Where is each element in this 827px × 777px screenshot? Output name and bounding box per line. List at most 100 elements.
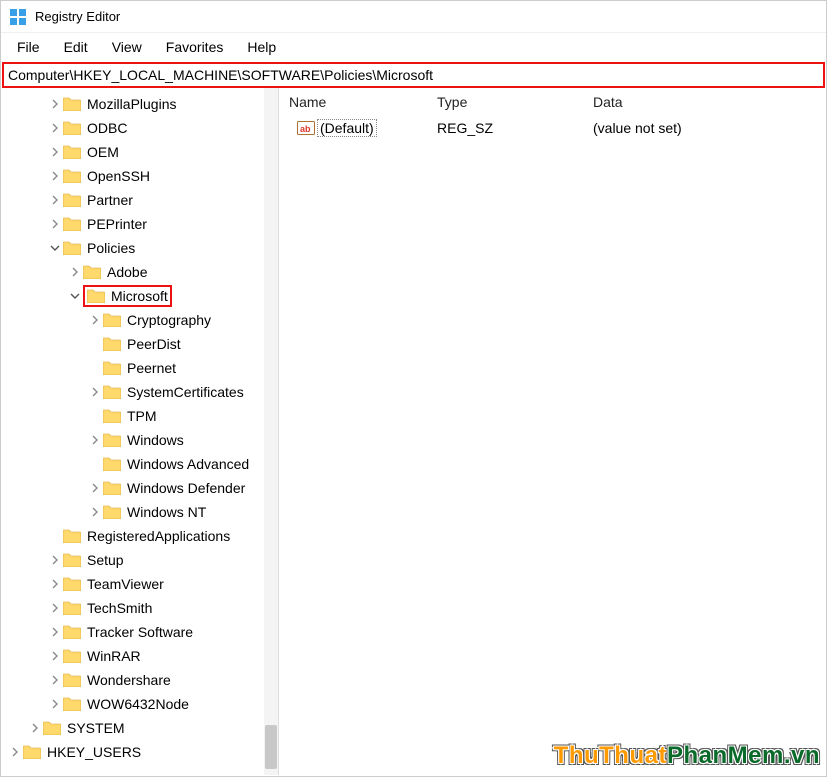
tree-item-label: MozillaPlugins [87,96,176,112]
tree-item[interactable]: Policies [1,236,278,260]
tree-item[interactable]: Windows Defender [1,476,278,500]
svg-text:ab: ab [300,124,311,134]
folder-icon [63,649,81,663]
chevron-down-icon[interactable] [47,240,63,256]
tree-item[interactable]: Setup [1,548,278,572]
selected-tree-item-highlight: Microsoft [83,285,172,307]
tree-item-label: SYSTEM [67,720,125,736]
column-header-type[interactable]: Type [437,94,593,110]
tree-item-label: Microsoft [111,288,168,304]
tree-scrollbar-thumb[interactable] [265,725,277,769]
tree-item[interactable]: Tracker Software [1,620,278,644]
folder-icon [63,145,81,159]
tree-item-label: Setup [87,552,124,568]
chevron-right-icon[interactable] [47,192,63,208]
tree-item-label: Adobe [107,264,147,280]
chevron-right-icon[interactable] [47,168,63,184]
chevron-right-icon[interactable] [47,576,63,592]
folder-icon [103,313,121,327]
folder-icon [63,577,81,591]
chevron-right-icon[interactable] [67,264,83,280]
value-row[interactable]: ab(Default)REG_SZ(value not set) [279,116,826,140]
address-bar[interactable] [4,65,823,85]
chevron-right-icon[interactable] [47,600,63,616]
tree-item[interactable]: SystemCertificates [1,380,278,404]
chevron-right-icon[interactable] [87,504,103,520]
tree-item-label: Tracker Software [87,624,193,640]
chevron-right-icon[interactable] [87,432,103,448]
tree-item[interactable]: WinRAR [1,644,278,668]
column-header-data[interactable]: Data [593,94,826,110]
column-header-name[interactable]: Name [279,94,437,110]
folder-icon [63,193,81,207]
tree-item[interactable]: Windows NT [1,500,278,524]
tree-item[interactable]: OpenSSH [1,164,278,188]
tree-item[interactable]: OEM [1,140,278,164]
menubar: File Edit View Favorites Help [1,33,826,61]
tree-item[interactable]: TeamViewer [1,572,278,596]
chevron-right-icon[interactable] [47,648,63,664]
menu-help[interactable]: Help [235,35,288,59]
folder-icon [63,217,81,231]
tree-item-label: Cryptography [127,312,211,328]
tree-item[interactable]: Partner [1,188,278,212]
tree-item[interactable]: Microsoft [1,284,278,308]
chevron-down-icon[interactable] [67,288,83,304]
watermark-part-b: PhanMem.vn [667,742,820,769]
tree-item[interactable]: Windows [1,428,278,452]
tree-item[interactable]: ODBC [1,116,278,140]
tree-item-label: HKEY_USERS [47,744,141,760]
tree-item-label: OEM [87,144,119,160]
chevron-right-icon[interactable] [87,480,103,496]
tree-pane[interactable]: MozillaPlugins ODBC OEM OpenSSH PartnerPEPri… [1,88,279,775]
tree-item[interactable]: Cryptography [1,308,278,332]
tree-item-label: WOW6432Node [87,696,189,712]
tree-item[interactable]: RegisteredApplications [1,524,278,548]
chevron-right-icon[interactable] [87,384,103,400]
tree-item[interactable]: TechSmith [1,596,278,620]
folder-icon [103,409,121,423]
tree-item[interactable]: Windows Advanced [1,452,278,476]
chevron-right-icon[interactable] [7,744,23,760]
chevron-right-icon[interactable] [47,216,63,232]
folder-icon [63,241,81,255]
chevron-right-icon[interactable] [87,312,103,328]
chevron-right-icon[interactable] [47,552,63,568]
folder-icon [103,385,121,399]
chevron-right-icon[interactable] [47,144,63,160]
folder-icon [103,337,121,351]
menu-edit[interactable]: Edit [52,35,100,59]
tree-item[interactable]: PeerDist [1,332,278,356]
string-value-icon: ab [297,120,315,136]
chevron-right-icon[interactable] [47,696,63,712]
folder-icon [103,433,121,447]
chevron-right-icon[interactable] [47,624,63,640]
tree-item[interactable]: PEPrinter [1,212,278,236]
tree-item[interactable]: HKEY_USERS [1,740,278,764]
tree-item-label: OpenSSH [87,168,150,184]
tree-item[interactable]: Peernet [1,356,278,380]
content-area: MozillaPlugins ODBC OEM OpenSSH PartnerPEPri… [1,88,826,775]
tree-item-label: Windows Defender [127,480,245,496]
tree-item-label: Windows [127,432,184,448]
tree-item-label: TeamViewer [87,576,164,592]
menu-favorites[interactable]: Favorites [154,35,236,59]
folder-icon [63,169,81,183]
menu-file[interactable]: File [5,35,52,59]
values-pane[interactable]: Name Type Data ab(Default)REG_SZ(value n… [279,88,826,775]
tree-item-label: WinRAR [87,648,141,664]
chevron-right-icon[interactable] [47,672,63,688]
menu-view[interactable]: View [100,35,154,59]
tree-item[interactable]: MozillaPlugins [1,92,278,116]
tree-item[interactable]: TPM [1,404,278,428]
tree-item[interactable]: SYSTEM [1,716,278,740]
chevron-right-icon[interactable] [47,96,63,112]
tree-item[interactable]: WOW6432Node [1,692,278,716]
tree-scrollbar-track[interactable] [264,88,278,775]
tree-item[interactable]: Wondershare [1,668,278,692]
chevron-right-icon[interactable] [27,720,43,736]
folder-icon [63,121,81,135]
tree-item[interactable]: Adobe [1,260,278,284]
folder-icon [103,361,121,375]
chevron-right-icon[interactable] [47,120,63,136]
